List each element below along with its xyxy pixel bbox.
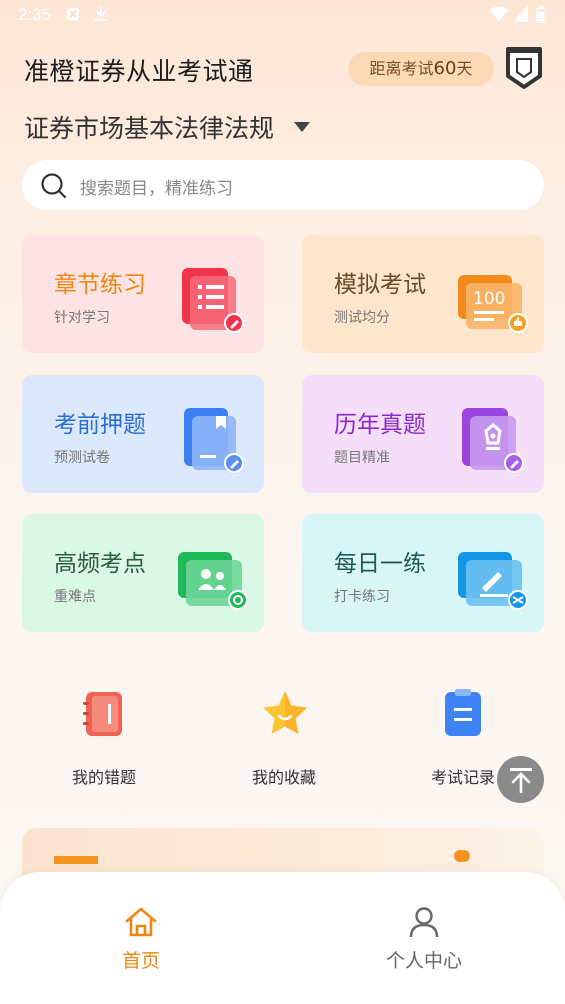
status-bar: 2:35 bbox=[0, 0, 565, 32]
card-subtitle: 测试均分 bbox=[334, 310, 390, 326]
notebook-icon bbox=[82, 690, 126, 744]
card-past-papers[interactable]: 历年真题 题目精准 bbox=[302, 375, 544, 493]
past-papers-icon bbox=[456, 405, 526, 479]
chapter-practice-icon bbox=[176, 265, 246, 339]
wifi-icon bbox=[490, 6, 508, 27]
countdown-prefix: 距离考试 bbox=[369, 59, 434, 78]
countdown-days: 60 bbox=[433, 58, 457, 79]
notification-icon bbox=[66, 6, 80, 26]
banner-decoration bbox=[54, 856, 98, 864]
nav-label: 个人中心 bbox=[385, 950, 462, 972]
card-subtitle: 题目精准 bbox=[334, 450, 390, 466]
user-icon bbox=[408, 906, 440, 942]
card-chapter-practice[interactable]: 章节练习 针对学习 bbox=[22, 235, 264, 353]
card-title: 考前押题 bbox=[54, 412, 146, 438]
signal-icon bbox=[512, 6, 528, 27]
nav-label: 首页 bbox=[121, 950, 160, 972]
svg-text:100: 100 bbox=[473, 289, 505, 309]
card-title: 章节练习 bbox=[54, 272, 146, 298]
card-subtitle: 重难点 bbox=[54, 589, 96, 605]
battery-icon bbox=[535, 6, 547, 28]
card-title: 模拟考试 bbox=[334, 272, 426, 298]
app-title: 准橙证券从业考试通 bbox=[24, 57, 254, 86]
star-icon bbox=[259, 688, 311, 744]
exam-countdown[interactable]: 距离考试60天 bbox=[348, 52, 494, 86]
arrow-up-icon bbox=[508, 766, 534, 798]
search-bar[interactable]: 搜索题目，精准练习 bbox=[22, 160, 544, 210]
card-title: 每日一练 bbox=[334, 551, 426, 577]
clipboard-icon bbox=[441, 688, 485, 744]
card-subtitle: 针对学习 bbox=[54, 310, 110, 326]
key-points-icon bbox=[176, 544, 248, 618]
bottom-nav: 首页 个人中心 bbox=[0, 872, 565, 1004]
card-daily-practice[interactable]: 每日一练 打卡练习 bbox=[302, 514, 544, 632]
status-time: 2:35 bbox=[18, 5, 52, 24]
vip-badge-icon[interactable] bbox=[505, 46, 543, 94]
card-title: 高频考点 bbox=[54, 551, 146, 577]
card-subtitle: 预测试卷 bbox=[54, 450, 110, 466]
download-icon bbox=[94, 6, 108, 27]
card-pre-exam[interactable]: 考前押题 预测试卷 bbox=[22, 375, 264, 493]
search-icon bbox=[40, 172, 68, 204]
card-title: 历年真题 bbox=[334, 412, 426, 438]
home-icon bbox=[124, 906, 158, 942]
banner-dot bbox=[454, 850, 470, 862]
countdown-suffix: 天 bbox=[456, 59, 473, 78]
pre-exam-icon bbox=[176, 405, 246, 479]
quick-link-label: 我的错题 bbox=[71, 768, 136, 787]
subject-selector[interactable]: 证券市场基本法律法规 bbox=[24, 109, 274, 145]
card-mock-exam[interactable]: 模拟考试 测试均分 100 bbox=[302, 235, 544, 353]
daily-practice-icon bbox=[456, 544, 528, 618]
mock-exam-icon: 100 bbox=[456, 265, 528, 339]
scroll-to-top-button[interactable] bbox=[497, 756, 544, 803]
search-placeholder: 搜索题目，精准练习 bbox=[80, 179, 233, 199]
card-subtitle: 打卡练习 bbox=[334, 589, 390, 605]
caret-down-icon[interactable] bbox=[293, 118, 311, 137]
card-key-points[interactable]: 高频考点 重难点 bbox=[22, 514, 264, 632]
quick-link-label: 我的收藏 bbox=[251, 768, 316, 787]
